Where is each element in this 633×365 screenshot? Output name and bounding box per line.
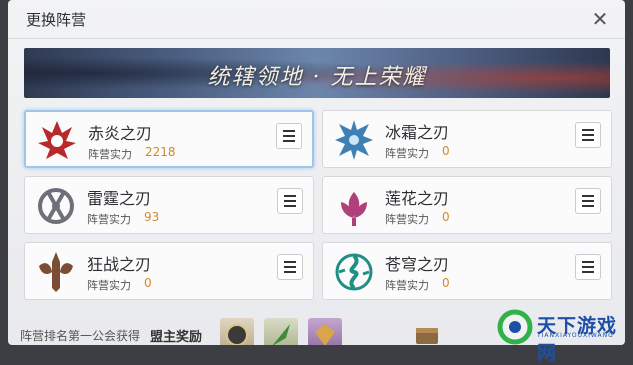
banner-text: 统辖领地 · 无上荣耀: [207, 65, 427, 90]
watermark-logo-icon: [497, 309, 533, 345]
faction-name: 冰霜之刃: [385, 123, 450, 142]
faction-name: 赤炎之刃: [88, 124, 153, 143]
faction-card[interactable]: 狂战之刃 阵营实力 0: [24, 242, 314, 300]
power-label: 阵营实力: [88, 148, 132, 161]
close-icon[interactable]: ✕: [589, 8, 611, 30]
menu-icon[interactable]: [575, 254, 601, 280]
menu-icon[interactable]: [575, 188, 601, 214]
faction-name: 雷霆之刃: [87, 189, 152, 208]
badge-item-icon[interactable]: [220, 318, 254, 345]
flame-crest-icon: [38, 121, 76, 159]
dialog-title: 更换阵营: [26, 11, 87, 29]
watermark: 天下游戏网 TIANXIAYOUXIWANG: [493, 305, 633, 364]
power-label: 阵营实力: [87, 213, 131, 226]
faction-card[interactable]: 苍穹之刃 阵营实力 0: [322, 242, 612, 300]
faction-card[interactable]: 雷霆之刃 阵营实力 93: [24, 176, 314, 234]
green-blade-item-icon[interactable]: [264, 318, 298, 345]
power-value: 0: [144, 276, 152, 290]
watermark-subtext: TIANXIAYOUXIWANG: [537, 332, 614, 339]
faction-card[interactable]: 赤炎之刃 阵营实力 2218: [24, 110, 314, 168]
berserker-crest-icon: [39, 252, 73, 292]
power-label: 阵营实力: [385, 213, 429, 226]
reward-title: 盟主奖励: [150, 330, 203, 345]
power-label: 阵营实力: [87, 279, 131, 292]
faction-card[interactable]: 莲花之刃 阵营实力 0: [322, 176, 612, 234]
purple-rank-item-icon[interactable]: [308, 318, 342, 345]
faction-dialog: 更换阵营 ✕ 统辖领地 · 无上荣耀 赤炎之刃 阵营实力 2218 冰霜之刃 阵…: [8, 0, 625, 345]
menu-icon[interactable]: [277, 254, 303, 280]
menu-icon[interactable]: [276, 123, 302, 149]
power-value: 93: [144, 210, 160, 224]
power-label: 阵营实力: [385, 147, 429, 160]
thunder-crest-icon: [38, 188, 74, 224]
banner: 统辖领地 · 无上荣耀: [24, 48, 610, 98]
faction-card[interactable]: 冰霜之刃 阵营实力 0: [322, 110, 612, 168]
power-label: 阵营实力: [385, 279, 429, 292]
menu-icon[interactable]: [575, 122, 601, 148]
sky-crest-icon: [335, 253, 373, 291]
menu-icon[interactable]: [277, 188, 303, 214]
faction-name: 狂战之刃: [87, 255, 152, 274]
chest-icon[interactable]: [410, 318, 444, 345]
power-value: 0: [442, 144, 450, 158]
faction-name: 莲花之刃: [385, 189, 450, 208]
power-value: 0: [442, 210, 450, 224]
faction-name: 苍穹之刃: [385, 255, 450, 274]
power-value: 2218: [145, 145, 176, 159]
dialog-titlebar: 更换阵营 ✕: [8, 0, 625, 39]
reward-text: 阵营排名第一公会获得: [20, 329, 141, 343]
power-value: 0: [442, 276, 450, 290]
lotus-crest-icon: [341, 192, 367, 226]
frost-crest-icon: [335, 120, 373, 160]
